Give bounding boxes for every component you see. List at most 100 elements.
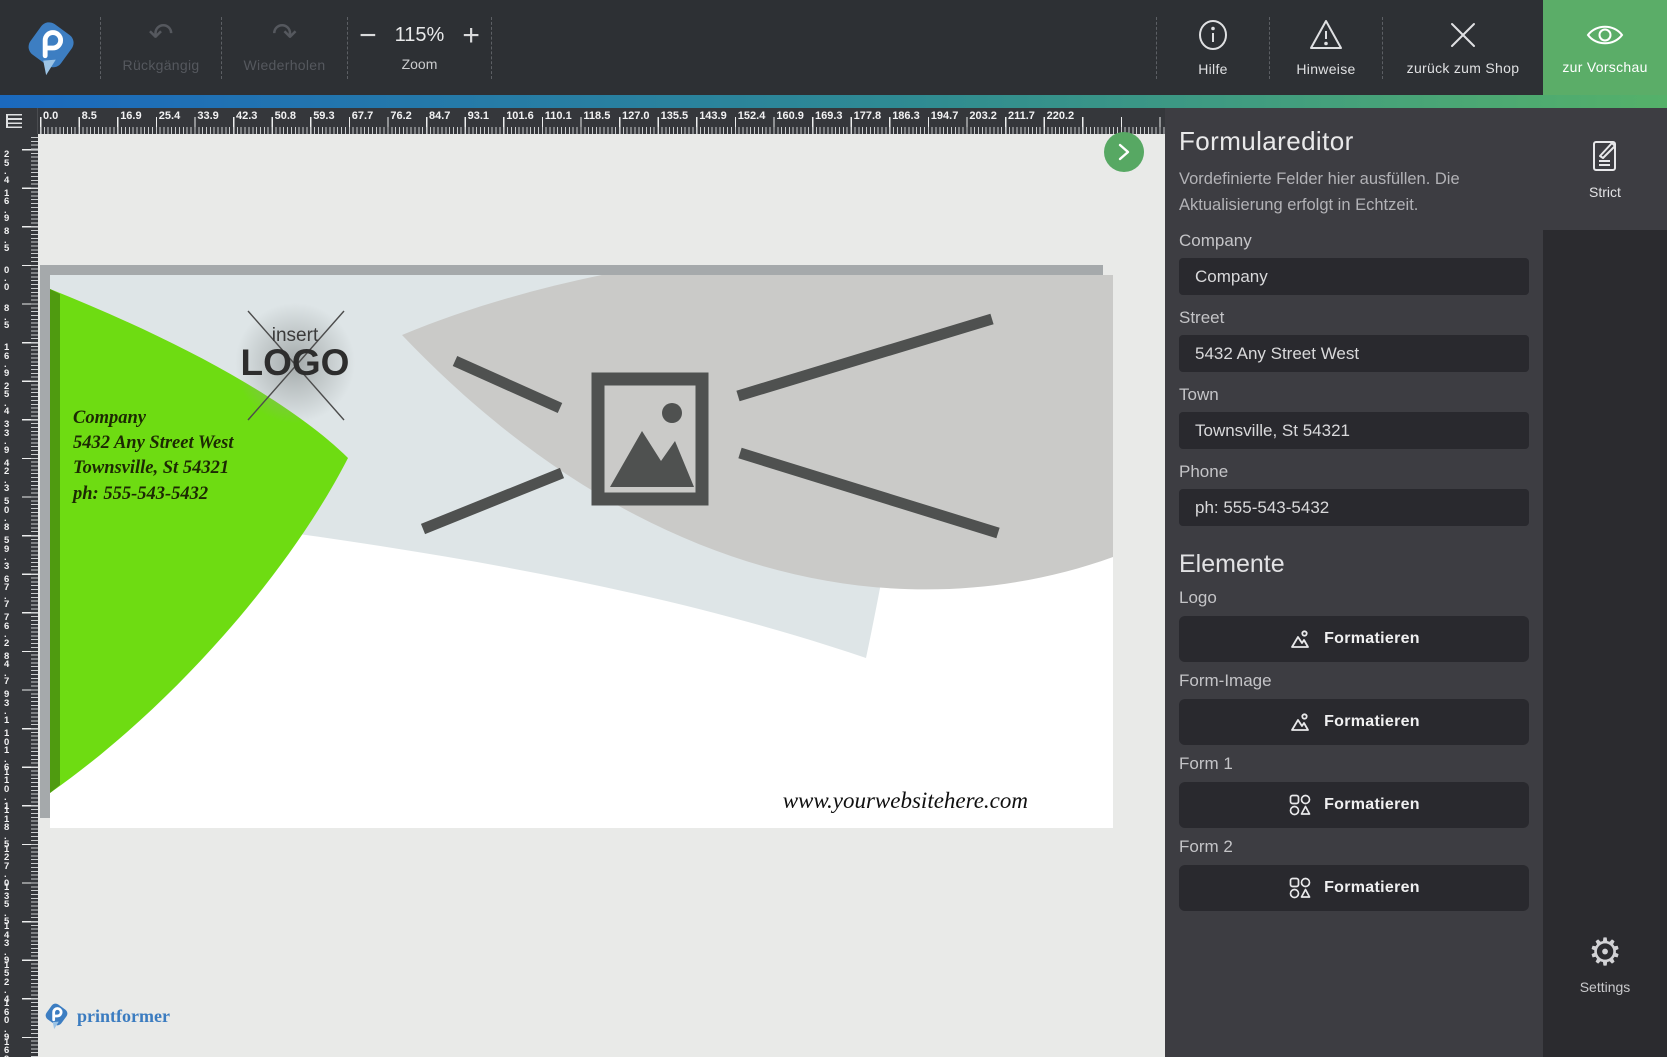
field-street-input[interactable]: [1179, 335, 1529, 372]
zoom-out-button[interactable]: −: [359, 24, 377, 48]
logo-placeholder[interactable]: insert LOGO: [235, 303, 355, 423]
eye-icon: [1585, 20, 1625, 50]
right-rail: Strict ⚙ Settings: [1543, 108, 1667, 1057]
horizontal-ruler-label: 16.9: [120, 110, 141, 122]
horizontal-ruler-label: 0.0: [43, 110, 58, 122]
vertical-ruler-label: 2 5 . 4: [4, 151, 9, 185]
card-website-text[interactable]: www.yourwebsitehere.com: [783, 788, 1028, 813]
hints-label: Hinweise: [1296, 61, 1355, 77]
preview-label: zur Vorschau: [1562, 59, 1647, 75]
card-phone-line: ph: 555-543-5432: [71, 484, 208, 504]
brand-footer-text: printformer: [77, 1006, 170, 1027]
card-town-line: Townsville, St 54321: [73, 458, 229, 478]
ruler-corner-icon: [6, 114, 22, 128]
horizontal-ruler-minor-ticks: [38, 127, 1165, 134]
business-card-artboard[interactable]: Company 5432 Any Street West Townsville,…: [40, 265, 1103, 818]
field-phone-input[interactable]: [1179, 489, 1529, 526]
horizontal-ruler-label: 101.6: [506, 110, 534, 122]
strict-tab-label: Strict: [1589, 184, 1621, 200]
help-button[interactable]: Hilfe: [1157, 0, 1269, 95]
element-form2-format-button[interactable]: Formatieren: [1179, 865, 1529, 911]
field-town: Town: [1179, 385, 1529, 449]
edit-document-icon: [1588, 138, 1622, 174]
field-company: Company: [1179, 231, 1529, 295]
field-company-input[interactable]: [1179, 258, 1529, 295]
element-form1-label: Form 1: [1179, 754, 1529, 774]
horizontal-ruler-label: 84.7: [429, 110, 450, 122]
ruler-corner: [0, 108, 38, 134]
horizontal-ruler-label: 110.1: [545, 110, 572, 122]
close-icon: [1447, 19, 1479, 51]
preview-button[interactable]: zur Vorschau: [1543, 0, 1667, 95]
vertical-ruler-minor-ticks: [31, 134, 38, 1057]
horizontal-ruler-label: 25.4: [159, 110, 180, 122]
element-form-image-format-label: Formatieren: [1324, 713, 1420, 731]
horizontal-ruler-label: 211.7: [1008, 110, 1035, 122]
element-form1-format-button[interactable]: Formatieren: [1179, 782, 1529, 828]
horizontal-ruler-label: 33.9: [197, 110, 218, 122]
undo-button[interactable]: ↶ Rückgängig: [101, 0, 221, 95]
element-logo-label: Logo: [1179, 588, 1529, 608]
settings-button[interactable]: ⚙ Settings: [1543, 933, 1667, 995]
element-logo: Logo Formatieren: [1179, 588, 1529, 662]
horizontal-ruler-label: 8.5: [82, 110, 97, 122]
horizontal-ruler-label: 177.8: [854, 110, 882, 122]
redo-label: Wiederholen: [244, 57, 326, 73]
image-icon: [1288, 710, 1312, 734]
field-street-label: Street: [1179, 308, 1529, 328]
back-to-shop-button[interactable]: zurück zum Shop: [1383, 0, 1543, 95]
vertical-ruler-label: 7 6 . 2: [4, 614, 9, 648]
help-label: Hilfe: [1198, 61, 1228, 77]
horizontal-ruler-label: 203.2: [969, 110, 997, 122]
vertical-ruler-label: 2 5 . 4: [4, 383, 9, 417]
hints-button[interactable]: Hinweise: [1270, 0, 1382, 95]
warning-icon: [1308, 18, 1344, 52]
field-street: Street: [1179, 308, 1529, 372]
elements-heading: Elemente: [1179, 550, 1529, 579]
field-phone: Phone: [1179, 462, 1529, 526]
vertical-ruler-label: 9 3 . 1: [4, 691, 9, 725]
redo-button[interactable]: ↷ Wiederholen: [222, 0, 347, 95]
zoom-in-button[interactable]: +: [462, 24, 480, 48]
vertical-ruler-label: 8 . 5: [4, 305, 9, 331]
undo-label: Rückgängig: [123, 57, 200, 73]
info-icon: [1196, 18, 1230, 52]
vertical-ruler-label: 3 3 . 9: [4, 421, 9, 455]
vertical-ruler-label: 5 0 . 8: [4, 498, 9, 532]
element-form-image: Form-Image Formatieren: [1179, 671, 1529, 745]
element-form1-format-label: Formatieren: [1324, 796, 1420, 814]
panel-title: Formulareditor: [1179, 126, 1529, 157]
horizontal-ruler-label: 143.9: [699, 110, 727, 122]
card-company-line: Company: [73, 408, 147, 428]
field-town-label: Town: [1179, 385, 1529, 405]
printformer-editor: ↶ Rückgängig ↷ Wiederholen − 115% + Zoom: [0, 0, 1667, 1057]
panel-collapse-button[interactable]: [1104, 132, 1144, 172]
vertical-ruler-label: 1 6 . 9: [4, 344, 9, 378]
toolbar-spacer: [492, 0, 1156, 95]
horizontal-ruler-label: 194.7: [931, 110, 959, 122]
horizontal-ruler-label: 59.3: [313, 110, 334, 122]
panel-subtitle: Vordefinierte Felder hier ausfüllen. Die…: [1179, 166, 1529, 218]
shapes-icon: [1288, 876, 1312, 900]
printformer-footer-icon: [42, 1002, 70, 1030]
vertical-ruler-label: 1 6 9 . 3: [4, 1039, 9, 1057]
brand-footer: printformer: [42, 1002, 170, 1030]
printformer-logo-icon: [21, 19, 79, 77]
zoom-value: 115%: [395, 24, 445, 47]
printformer-logo[interactable]: [0, 0, 100, 95]
horizontal-ruler-label: 220.2: [1047, 110, 1075, 122]
horizontal-ruler-label: 93.1: [468, 110, 489, 122]
horizontal-ruler-label: 135.5: [661, 110, 689, 122]
field-town-input[interactable]: [1179, 412, 1529, 449]
form-editor-panel: Formulareditor Vordefinierte Felder hier…: [1165, 108, 1543, 1057]
chevron-right-icon: [1117, 143, 1131, 161]
horizontal-ruler-label: 152.4: [738, 110, 766, 122]
shapes-icon: [1288, 793, 1312, 817]
element-logo-format-button[interactable]: Formatieren: [1179, 616, 1529, 662]
vertical-ruler-label: 5 9 . 3: [4, 537, 9, 571]
horizontal-ruler-label: 67.7: [352, 110, 373, 122]
element-form2-format-label: Formatieren: [1324, 879, 1420, 897]
element-form-image-format-button[interactable]: Formatieren: [1179, 699, 1529, 745]
accent-gradient-bar: [0, 95, 1667, 108]
strict-tab[interactable]: Strict: [1543, 108, 1667, 230]
